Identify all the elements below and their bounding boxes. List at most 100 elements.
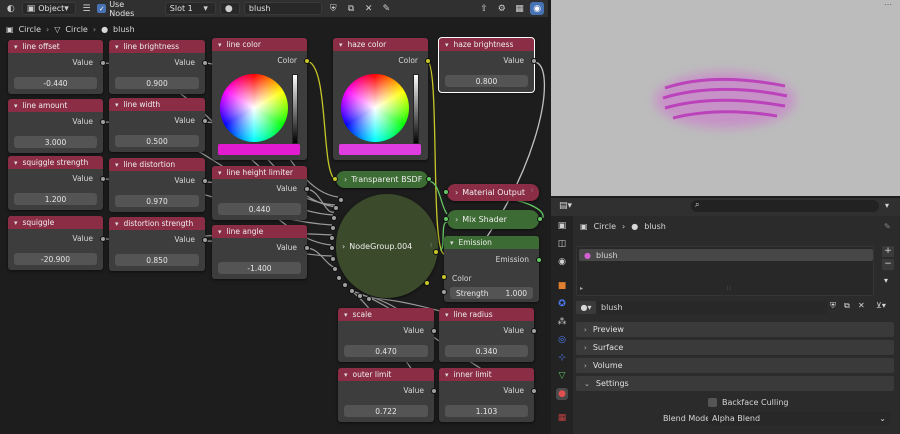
- node-emission[interactable]: ▾ Emission Emission Color Strength 1.000: [441, 236, 542, 302]
- tool-tab-icon[interactable]: ▣: [556, 220, 568, 232]
- output-socket[interactable]: [425, 58, 431, 64]
- output-socket[interactable]: [202, 237, 208, 243]
- material-name-field[interactable]: blush: [243, 2, 323, 15]
- resize-handle-icon[interactable]: ∷: [727, 285, 731, 292]
- input-socket[interactable]: [443, 189, 449, 195]
- overlay-icon[interactable]: ◉: [530, 2, 545, 15]
- physics-tab-icon[interactable]: ◎: [556, 334, 568, 346]
- value-field[interactable]: 0.800: [445, 75, 528, 87]
- output-socket[interactable]: [304, 245, 310, 251]
- backface-culling-toggle[interactable]: Backface Culling: [708, 398, 788, 407]
- output-socket[interactable]: [431, 328, 437, 334]
- properties-search[interactable]: ⌕: [691, 200, 879, 212]
- input-socket[interactable]: [336, 275, 342, 281]
- node-transparent-bsdf[interactable]: › Transparent BSDF: [332, 171, 432, 188]
- value-field[interactable]: -20.900: [14, 253, 97, 265]
- input-socket[interactable]: [342, 282, 348, 288]
- node-haze-brightness[interactable]: ▾ haze brightness Value 0.800: [438, 37, 537, 93]
- particles-tab-icon[interactable]: ⁂: [556, 316, 568, 328]
- section-surface[interactable]: › Surface: [576, 340, 894, 355]
- value-field[interactable]: 3.000: [14, 136, 97, 148]
- section-settings[interactable]: ⌄ Settings: [576, 376, 894, 391]
- section-volume[interactable]: › Volume: [576, 358, 894, 373]
- parent-node-icon[interactable]: ⇧: [477, 2, 491, 15]
- value-field[interactable]: 1.200: [14, 193, 97, 205]
- fake-user-icon[interactable]: ⛨: [326, 2, 340, 15]
- output-socket[interactable]: [304, 186, 310, 192]
- unlink-icon[interactable]: ✕: [858, 301, 865, 310]
- blend-mode-dropdown[interactable]: Alpha Blend ⌄: [708, 412, 890, 425]
- pin-icon[interactable]: ✎: [380, 2, 394, 15]
- material-browse[interactable]: ●: [219, 2, 240, 15]
- input-socket[interactable]: [441, 289, 447, 295]
- value-field[interactable]: -1.400: [218, 262, 301, 274]
- expand-icon[interactable]: ▸: [580, 285, 583, 292]
- duplicate-icon[interactable]: ⧉: [344, 2, 358, 15]
- remove-slot-icon[interactable]: −: [882, 259, 894, 270]
- input-socket[interactable]: [366, 296, 372, 302]
- value-field[interactable]: 0.900: [115, 77, 199, 89]
- menu-icon[interactable]: ☰: [80, 2, 94, 15]
- drag-handle-icon[interactable]: ⁞: [531, 187, 533, 194]
- modifier-tab-icon[interactable]: ✪: [556, 298, 568, 310]
- object-tab-icon[interactable]: ■: [556, 280, 568, 292]
- value-field[interactable]: 0.470: [344, 345, 428, 357]
- input-socket[interactable]: [330, 256, 336, 262]
- color-wheel[interactable]: [341, 74, 409, 142]
- unlink-icon[interactable]: ✕: [362, 2, 376, 15]
- value-slider[interactable]: [413, 74, 419, 144]
- color-swatch[interactable]: [218, 144, 300, 155]
- area-options-icon[interactable]: ⋯: [884, 0, 892, 9]
- node-line-height-limiter[interactable]: ▾ line height limiter Value 0.440: [212, 166, 310, 220]
- input-socket[interactable]: [349, 288, 355, 294]
- output-socket[interactable]: [100, 60, 106, 66]
- value-field[interactable]: -0.440: [14, 77, 97, 89]
- node-distortion-strength[interactable]: ▾ distortion strength Value 0.850: [109, 217, 208, 271]
- input-socket[interactable]: [338, 197, 344, 203]
- add-slot-icon[interactable]: +: [882, 246, 894, 257]
- node-squiggle-strength[interactable]: ▾ squiggle strength Value 1.200: [8, 156, 106, 210]
- material-tab-icon[interactable]: ●: [556, 388, 568, 400]
- input-socket[interactable]: [329, 235, 335, 241]
- value-field[interactable]: 0.850: [115, 254, 199, 266]
- node-inner-limit[interactable]: ▾ inner limit Value 1.103: [439, 368, 537, 422]
- chevron-down-icon[interactable]: ▾: [884, 276, 888, 285]
- object-mode-dropdown[interactable]: ▣ Object ▾: [21, 2, 76, 15]
- output-socket[interactable]: [536, 257, 542, 263]
- input-socket[interactable]: [441, 274, 447, 280]
- output-socket[interactable]: [433, 249, 439, 255]
- output-socket[interactable]: [304, 58, 310, 64]
- node-line-amount[interactable]: ▾ line amount Value 3.000: [8, 99, 106, 153]
- output-socket[interactable]: [531, 328, 537, 334]
- node-scale[interactable]: ▾ scale Value 0.470: [338, 308, 437, 362]
- output-socket[interactable]: [100, 176, 106, 182]
- image-icon[interactable]: ▦: [513, 2, 527, 15]
- render-tab-icon[interactable]: ◫: [556, 238, 568, 250]
- fake-user-icon[interactable]: ⛨: [830, 301, 836, 311]
- texture-tab-icon[interactable]: ▦: [556, 412, 568, 424]
- constraints-tab-icon[interactable]: ⊹: [556, 352, 568, 364]
- output-socket[interactable]: [100, 236, 106, 242]
- node-line-brightness[interactable]: ▾ line brightness Value 0.900: [109, 40, 208, 94]
- properties-editor-icon[interactable]: ▤▾: [559, 201, 572, 211]
- input-socket[interactable]: [331, 215, 337, 221]
- node-group[interactable]: › NodeGroup.004 ⁞: [336, 194, 438, 298]
- output-socket[interactable]: [100, 119, 106, 125]
- value-field[interactable]: 0.970: [115, 195, 199, 207]
- node-line-radius[interactable]: ▾ line radius Value 0.340: [439, 308, 537, 362]
- output-socket[interactable]: [426, 176, 432, 182]
- output-socket[interactable]: [424, 280, 430, 286]
- node-material-output[interactable]: › Material Output ⁞: [443, 184, 539, 201]
- node-tree-icon[interactable]: ⊻▾: [876, 301, 886, 310]
- input-socket[interactable]: [357, 293, 363, 299]
- value-field[interactable]: 1.103: [445, 405, 528, 417]
- input-socket[interactable]: [333, 205, 339, 211]
- output-socket[interactable]: [531, 388, 537, 394]
- node-line-width[interactable]: ▾ line width Value 0.500: [109, 98, 208, 152]
- value-field[interactable]: 0.340: [445, 345, 528, 357]
- input-socket[interactable]: [443, 216, 449, 222]
- editor-type-icon[interactable]: ◐: [4, 2, 18, 15]
- slot-item[interactable]: ● blush: [579, 249, 873, 261]
- chevron-down-icon[interactable]: ▾: [885, 201, 889, 210]
- strength-field[interactable]: Strength 1.000: [450, 287, 533, 299]
